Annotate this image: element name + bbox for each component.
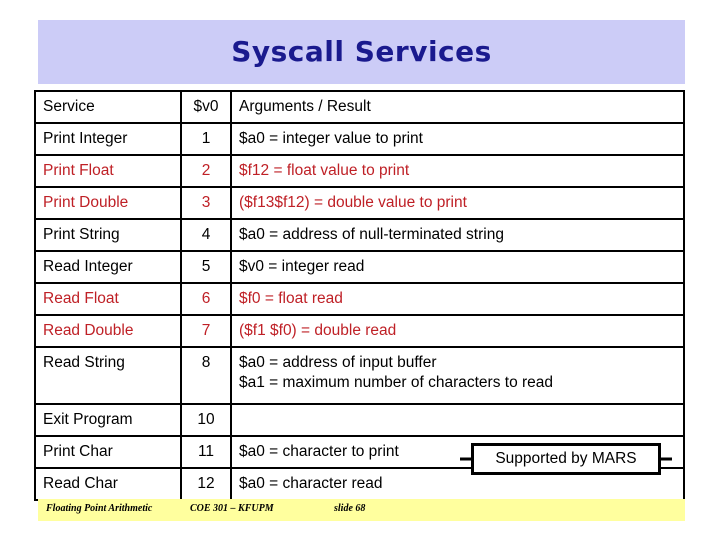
cell-v0: 2 bbox=[180, 154, 232, 188]
footer-course-code: COE 301 – KFUPM bbox=[190, 503, 274, 514]
arguments-line: $v0 = integer read bbox=[239, 258, 365, 276]
cell-v0: 6 bbox=[180, 282, 232, 316]
cell-service: Print Double bbox=[34, 186, 182, 220]
footer-course-topic: Floating Point Arithmetic bbox=[46, 503, 153, 514]
cell-v0: 3 bbox=[180, 186, 232, 220]
arguments-line: $a0 = character read bbox=[239, 475, 383, 493]
table-row: Print Float 2 $f12 = float value to print bbox=[34, 154, 685, 188]
cell-service: Read String bbox=[34, 346, 182, 405]
cell-v0: 11 bbox=[180, 435, 232, 469]
table-row: Exit Program 10 bbox=[34, 403, 685, 437]
callout-label: Supported by MARS bbox=[495, 450, 637, 467]
cell-arguments: ($f1 $f0) = double read bbox=[230, 314, 685, 348]
table-row: Print String 4 $a0 = address of null-termi… bbox=[34, 218, 685, 252]
cell-v0: 5 bbox=[180, 250, 232, 284]
syscall-services-table: Service $v0 Arguments / Result Print Int… bbox=[34, 90, 685, 501]
cell-v0: 4 bbox=[180, 218, 232, 252]
supported-by-mars-callout: Supported by MARS bbox=[471, 443, 661, 475]
cell-arguments bbox=[230, 403, 685, 437]
cell-service: Read Integer bbox=[34, 250, 182, 284]
arguments-line: $f12 = float value to print bbox=[239, 162, 410, 180]
cell-service: Read Float bbox=[34, 282, 182, 316]
table-row: Print Double 3 ($f13$f12) = double value t… bbox=[34, 186, 685, 220]
cell-arguments: $f0 = float read bbox=[230, 282, 685, 316]
cell-v0: 1 bbox=[180, 122, 232, 156]
arguments-line: $a0 = integer value to print bbox=[239, 130, 423, 148]
cell-arguments: $f12 = float value to print bbox=[230, 154, 685, 188]
cell-v0: 8 bbox=[180, 346, 232, 405]
cell-arguments: ($f13$f12) = double value to print bbox=[230, 186, 685, 220]
arguments-line: ($f1 $f0) = double read bbox=[239, 322, 397, 340]
cell-v0: 7 bbox=[180, 314, 232, 348]
page-title: Syscall Services bbox=[231, 34, 492, 68]
table-row: Read Double 7 ($f1 $f0) = double read bbox=[34, 314, 685, 348]
cell-service: Exit Program bbox=[34, 403, 182, 437]
cell-arguments: $a0 = integer value to print bbox=[230, 122, 685, 156]
cell-service: Print Float bbox=[34, 154, 182, 188]
column-header-args: Arguments / Result bbox=[230, 90, 685, 124]
table-row: Read String 8 $a0 = address of input buffe… bbox=[34, 346, 685, 405]
arguments-line: $a1 = maximum number of characters to re… bbox=[239, 373, 554, 391]
slide-title-banner: Syscall Services bbox=[38, 20, 685, 84]
cell-service: Read Double bbox=[34, 314, 182, 348]
footer-slide-number: slide 68 bbox=[334, 503, 366, 514]
cell-arguments: $a0 = address of input buffer $a1 = maxim… bbox=[230, 346, 685, 405]
cell-arguments: $a0 = address of null-terminated string bbox=[230, 218, 685, 252]
slide-footer: Floating Point Arithmetic COE 301 – KFUP… bbox=[38, 499, 685, 521]
arguments-line: $a0 = address of null-terminated string bbox=[239, 226, 504, 244]
table-body: Service $v0 Arguments / Result Print Int… bbox=[34, 90, 685, 501]
column-header-service: Service bbox=[34, 90, 182, 124]
cell-service: Print String bbox=[34, 218, 182, 252]
column-header-v0: $v0 bbox=[180, 90, 232, 124]
table-header-row: Service $v0 Arguments / Result bbox=[34, 90, 685, 124]
table-row: Read Integer 5 $v0 = integer read bbox=[34, 250, 685, 284]
arguments-line: $a0 = address of input buffer bbox=[239, 354, 437, 371]
arguments-line: ($f13$f12) = double value to print bbox=[239, 194, 467, 212]
cell-arguments: $v0 = integer read bbox=[230, 250, 685, 284]
cell-v0: 10 bbox=[180, 403, 232, 437]
cell-service: Read Char bbox=[34, 467, 182, 501]
cell-service: Print Char bbox=[34, 435, 182, 469]
cell-v0: 12 bbox=[180, 467, 232, 501]
table-row: Print Integer 1 $a0 = integer value to pri… bbox=[34, 122, 685, 156]
arguments-line: $f0 = float read bbox=[239, 290, 343, 308]
cell-service: Print Integer bbox=[34, 122, 182, 156]
table-row: Read Float 6 $f0 = float read bbox=[34, 282, 685, 316]
